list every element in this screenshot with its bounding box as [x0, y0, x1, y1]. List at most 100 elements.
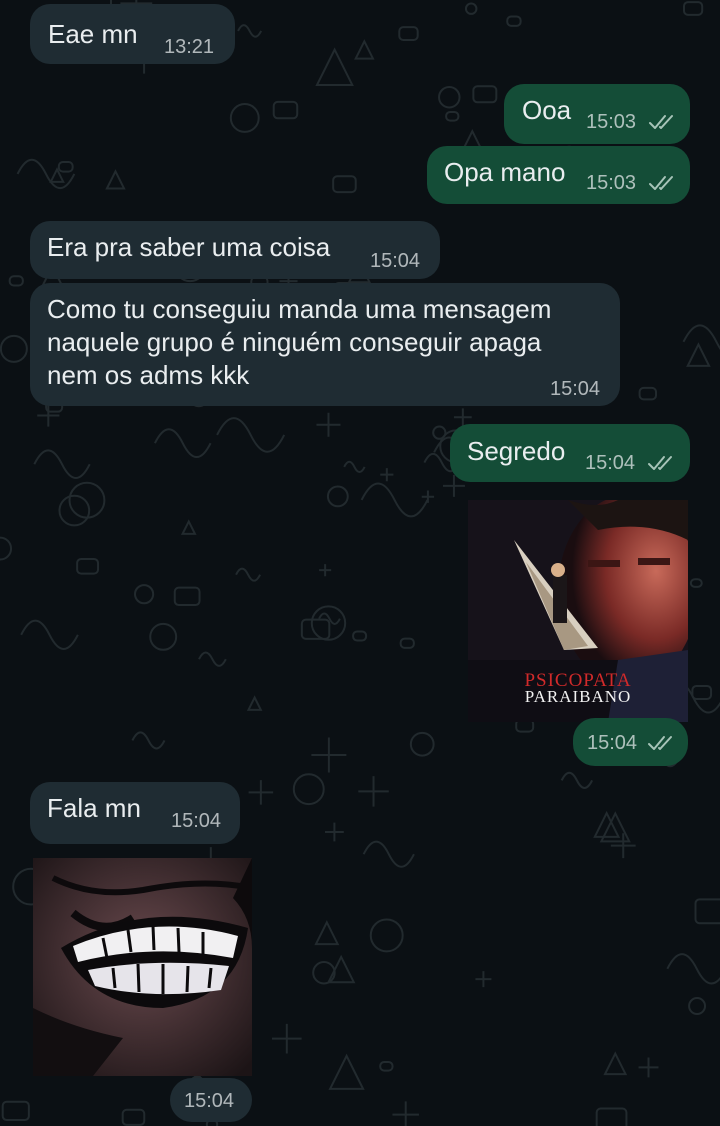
poster-title-line2: PARAIBANO [524, 687, 632, 706]
wallpaper-doodle [131, 731, 166, 750]
wallpaper-doodle [694, 898, 720, 925]
wallpaper-doodle [312, 961, 336, 985]
wallpaper-doodle [560, 771, 594, 789]
wallpaper-doodle [133, 584, 155, 605]
wallpaper-doodle [358, 776, 389, 807]
wallpaper-doodle [0, 334, 28, 363]
message-time: 13:21 [164, 36, 215, 58]
message-time-pill: 15:04 [573, 718, 688, 766]
wallpaper-doodle [354, 39, 375, 60]
wallpaper-doodle [362, 840, 415, 868]
message-text: Eae mn [48, 19, 138, 49]
wallpaper-doodle [475, 971, 492, 988]
wallpaper-doodle [292, 773, 325, 806]
wallpaper-doodle [180, 519, 197, 535]
message-text-line: Como tu conseguiu manda uma mensagem [47, 294, 552, 324]
wallpaper-doodle [326, 485, 349, 508]
message-bubble-outgoing[interactable]: Ooa 15:03 [504, 84, 690, 144]
grin-artwork [33, 858, 252, 1076]
message-time: 15:04 [550, 378, 601, 400]
wallpaper-doodle [1, 1100, 30, 1122]
wallpaper-doodle [229, 103, 260, 133]
wallpaper-doodle [319, 564, 332, 577]
message-time: 15:04 [587, 732, 638, 754]
double-check-icon [648, 456, 672, 470]
double-check-icon [649, 176, 673, 190]
wallpaper-doodle [682, 324, 720, 350]
message-bubble-incoming[interactable]: Como tu conseguiu manda uma mensagem naq… [30, 283, 620, 406]
wallpaper-doodle [666, 953, 720, 985]
wallpaper-doodle [369, 918, 404, 953]
wallpaper-doodle [343, 460, 366, 473]
wallpaper-doodle [332, 175, 357, 194]
wallpaper-doodle [682, 1, 704, 16]
double-check-icon [649, 115, 673, 129]
message-time-pill: 15:04 [170, 1078, 252, 1122]
wallpaper-doodle [689, 578, 703, 588]
wallpaper-doodle [438, 85, 461, 109]
wallpaper-doodle [409, 731, 435, 757]
double-check-icon [648, 736, 672, 750]
wallpaper-doodle [638, 386, 658, 401]
wallpaper-doodle [33, 449, 91, 480]
message-text-line: nem os adms kkk [47, 360, 250, 390]
wallpaper-doodle [20, 619, 79, 650]
wallpaper-doodle [0, 536, 13, 561]
wallpaper-doodle [272, 100, 299, 120]
message-text: Segredo [467, 436, 566, 466]
message-text: Opa mano [444, 157, 566, 187]
wallpaper-doodle [380, 468, 394, 482]
wallpaper-doodle [314, 920, 340, 946]
wallpaper-doodle [237, 24, 263, 38]
wallpaper-doodle [8, 275, 24, 287]
sticker-image[interactable]: PSICOPATA PARAIBANO [468, 500, 688, 722]
message-bubble-outgoing[interactable]: Opa mano 15:03 [427, 146, 690, 204]
wallpaper-doodle [154, 428, 212, 459]
wallpaper-doodle [16, 158, 76, 190]
wallpaper-doodle [68, 481, 106, 519]
wallpaper-doodle [691, 684, 713, 701]
wallpaper-doodle [246, 695, 263, 711]
wallpaper-doodle [398, 26, 419, 42]
wallpaper-doodle [316, 412, 341, 437]
wallpaper-doodle [57, 160, 74, 173]
wallpaper-doodle [235, 567, 262, 582]
sticker-image[interactable] [33, 858, 252, 1076]
wallpaper-doodle [76, 557, 100, 575]
wallpaper-doodle [379, 1060, 394, 1072]
message-bubble-outgoing[interactable]: Segredo 15:04 [450, 424, 690, 482]
wallpaper-doodle [58, 494, 91, 527]
wallpaper-doodle [300, 618, 331, 640]
message-time: 15:04 [171, 810, 222, 832]
wallpaper-doodle [472, 85, 498, 104]
message-text-line: naquele grupo é ninguém conseguir apaga [47, 327, 542, 357]
message-bubble-incoming[interactable]: Era pra saber uma coisa 15:04 [30, 221, 440, 279]
message-time: 15:04 [184, 1090, 235, 1112]
wallpaper-doodle [173, 586, 201, 607]
wallpaper-doodle [392, 1101, 419, 1126]
wallpaper-doodle [593, 810, 621, 838]
wallpaper-doodle [105, 169, 126, 190]
wallpaper-doodle [445, 110, 460, 122]
wallpaper-doodle [638, 1057, 659, 1078]
message-text: Ooa [522, 95, 572, 125]
wallpaper-doodle [149, 622, 178, 651]
wallpaper-doodle [198, 651, 227, 667]
wallpaper-doodle [352, 630, 368, 642]
wallpaper-doodle [686, 342, 711, 367]
wallpaper-doodle [272, 1023, 302, 1054]
wallpaper-doodle [688, 997, 707, 1016]
message-time: 15:03 [586, 111, 637, 133]
message-time: 15:03 [586, 172, 637, 194]
wallpaper-doodle [311, 737, 347, 773]
wallpaper-doodle [603, 1051, 628, 1076]
wallpaper-doodle [216, 417, 286, 453]
message-bubble-incoming[interactable]: Eae mn 13:21 [30, 4, 235, 64]
wallpaper-doodle [506, 15, 522, 27]
message-bubble-incoming[interactable]: Fala mn 15:04 [30, 782, 240, 844]
wallpaper-doodle [360, 482, 429, 518]
wallpaper-doodle [464, 2, 478, 15]
wallpaper-doodle [328, 1053, 365, 1090]
wallpaper-doodle [595, 1107, 628, 1126]
wallpaper-doodle [121, 1108, 146, 1126]
